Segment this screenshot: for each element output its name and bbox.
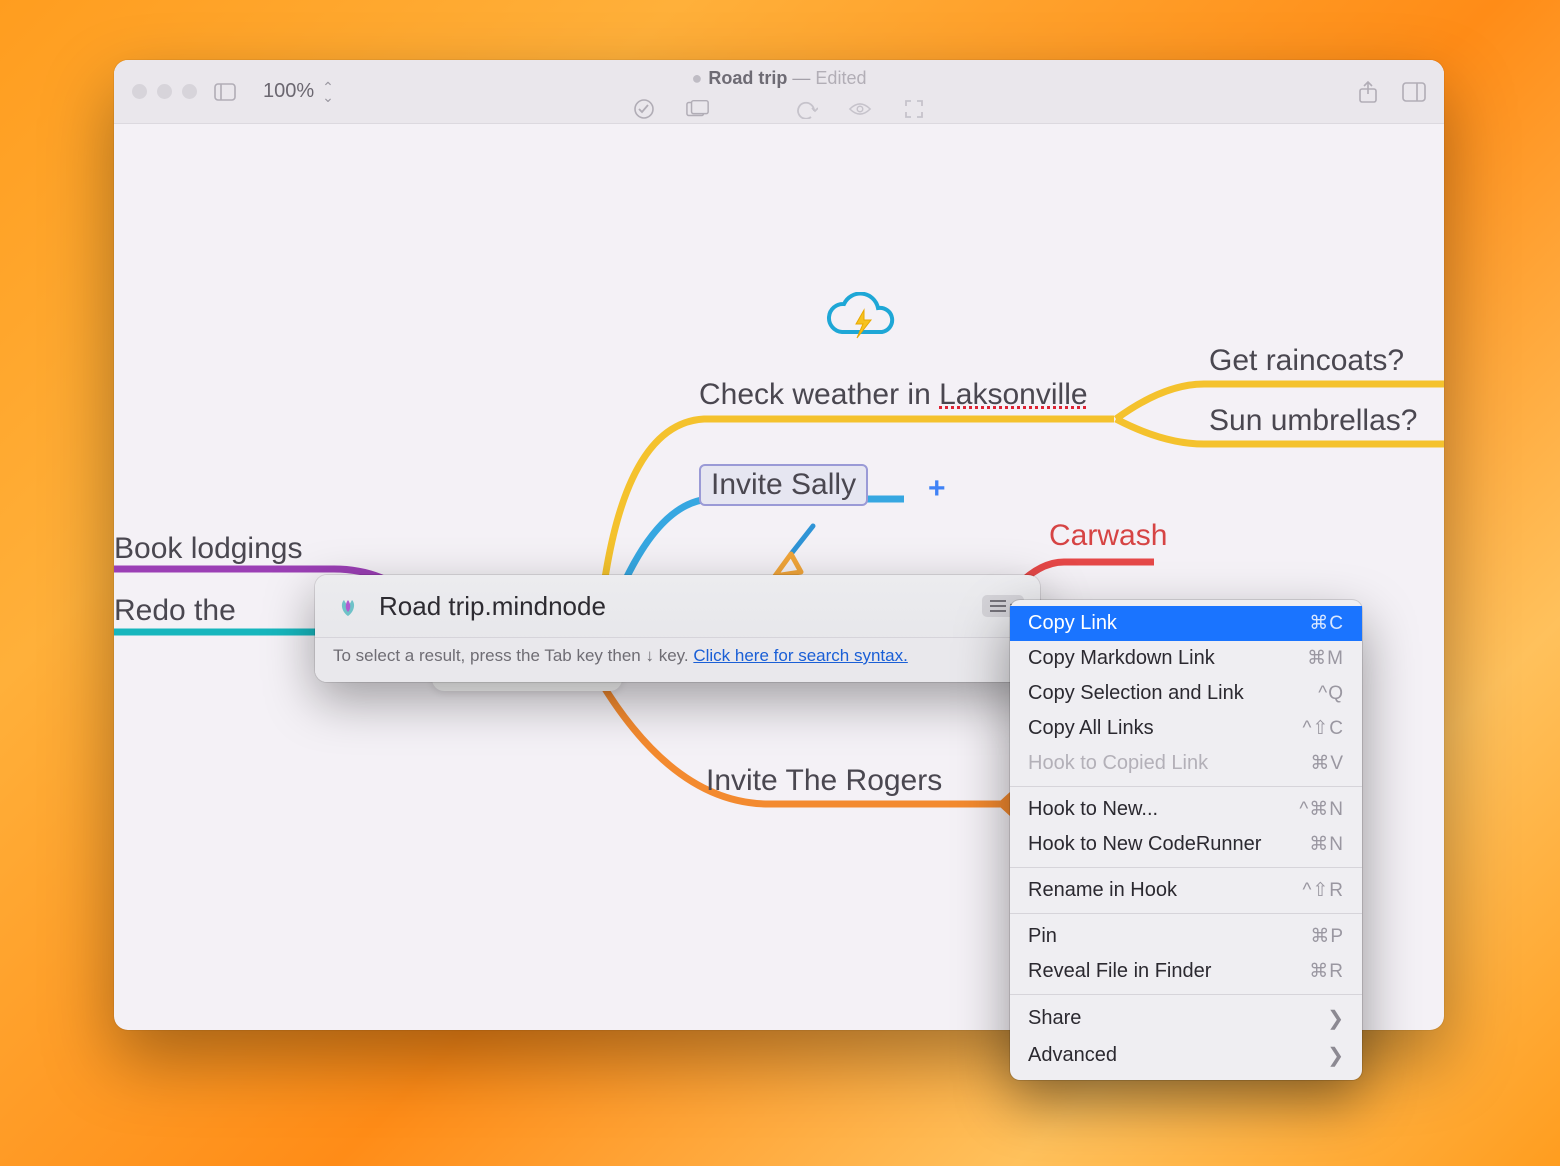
share-icon[interactable] xyxy=(1356,80,1380,104)
node-carwash[interactable]: Carwash xyxy=(1049,519,1167,553)
context-menu: Copy Link⌘CCopy Markdown Link⌘MCopy Sele… xyxy=(1010,600,1362,1080)
panel-icon[interactable] xyxy=(1402,80,1426,104)
toolbar-center xyxy=(632,97,926,121)
menu-item-reveal-file-in-finder[interactable]: Reveal File in Finder⌘R xyxy=(1010,954,1362,989)
toolbar-right xyxy=(1356,80,1426,104)
zoom-stepper-icon: ⌃⌄ xyxy=(322,82,334,102)
menu-item-share[interactable]: Share❯ xyxy=(1010,1000,1362,1037)
menu-item-copy-selection-and-link[interactable]: Copy Selection and Link^Q xyxy=(1010,676,1362,711)
menu-item-copy-markdown-link[interactable]: Copy Markdown Link⌘M xyxy=(1010,641,1362,676)
hook-popup: Road trip.mindnode ▾ To select a result,… xyxy=(315,575,1040,682)
zoom-control[interactable]: 100% ⌃⌄ xyxy=(253,77,344,106)
node-sun-umbrellas[interactable]: Sun umbrellas? xyxy=(1209,404,1417,438)
window-title: ●Road trip — Edited xyxy=(632,68,926,121)
search-syntax-link[interactable]: Click here for search syntax. xyxy=(693,646,907,665)
expand-icon[interactable] xyxy=(902,97,926,121)
images-icon[interactable] xyxy=(686,97,710,121)
menu-item-rename-in-hook[interactable]: Rename in Hook^⇧R xyxy=(1010,873,1362,908)
menu-item-hook-to-copied-link: Hook to Copied Link⌘V xyxy=(1010,746,1362,781)
menu-item-copy-link[interactable]: Copy Link⌘C xyxy=(1010,606,1362,641)
eye-icon[interactable] xyxy=(848,97,872,121)
node-book-lodgings[interactable]: Book lodgings xyxy=(114,532,302,566)
node-invite-sally[interactable]: Invite Sally xyxy=(699,464,868,506)
menu-item-copy-all-links[interactable]: Copy All Links^⇧C xyxy=(1010,711,1362,746)
menu-item-hook-to-new-coderunner[interactable]: Hook to New CodeRunner⌘N xyxy=(1010,827,1362,862)
mindnode-app-icon xyxy=(331,589,365,623)
undo-icon[interactable] xyxy=(794,97,818,121)
menu-item-advanced[interactable]: Advanced❯ xyxy=(1010,1037,1362,1074)
hook-result-row[interactable]: Road trip.mindnode ▾ xyxy=(315,575,1040,637)
add-child-button[interactable]: + xyxy=(928,472,946,506)
node-invite-rogers[interactable]: Invite The Rogers xyxy=(706,764,942,798)
hook-hint: To select a result, press the Tab key th… xyxy=(315,637,1040,682)
titlebar: 100% ⌃⌄ ●Road trip — Edited xyxy=(114,60,1444,124)
hook-filename: Road trip.mindnode xyxy=(379,591,968,622)
zoom-value: 100% xyxy=(263,80,314,103)
node-get-raincoats[interactable]: Get raincoats? xyxy=(1209,344,1404,378)
traffic-lights[interactable] xyxy=(132,84,197,99)
thunder-cloud-icon xyxy=(824,292,900,351)
sidebar-toggle-icon[interactable] xyxy=(213,80,237,104)
menu-item-hook-to-new-[interactable]: Hook to New...^⌘N xyxy=(1010,792,1362,827)
menu-item-pin[interactable]: Pin⌘P xyxy=(1010,919,1362,954)
node-check-weather[interactable]: Check weather in Laksonville xyxy=(699,378,1088,412)
node-redo-the[interactable]: Redo the xyxy=(114,594,236,628)
checkmark-icon[interactable] xyxy=(632,97,656,121)
